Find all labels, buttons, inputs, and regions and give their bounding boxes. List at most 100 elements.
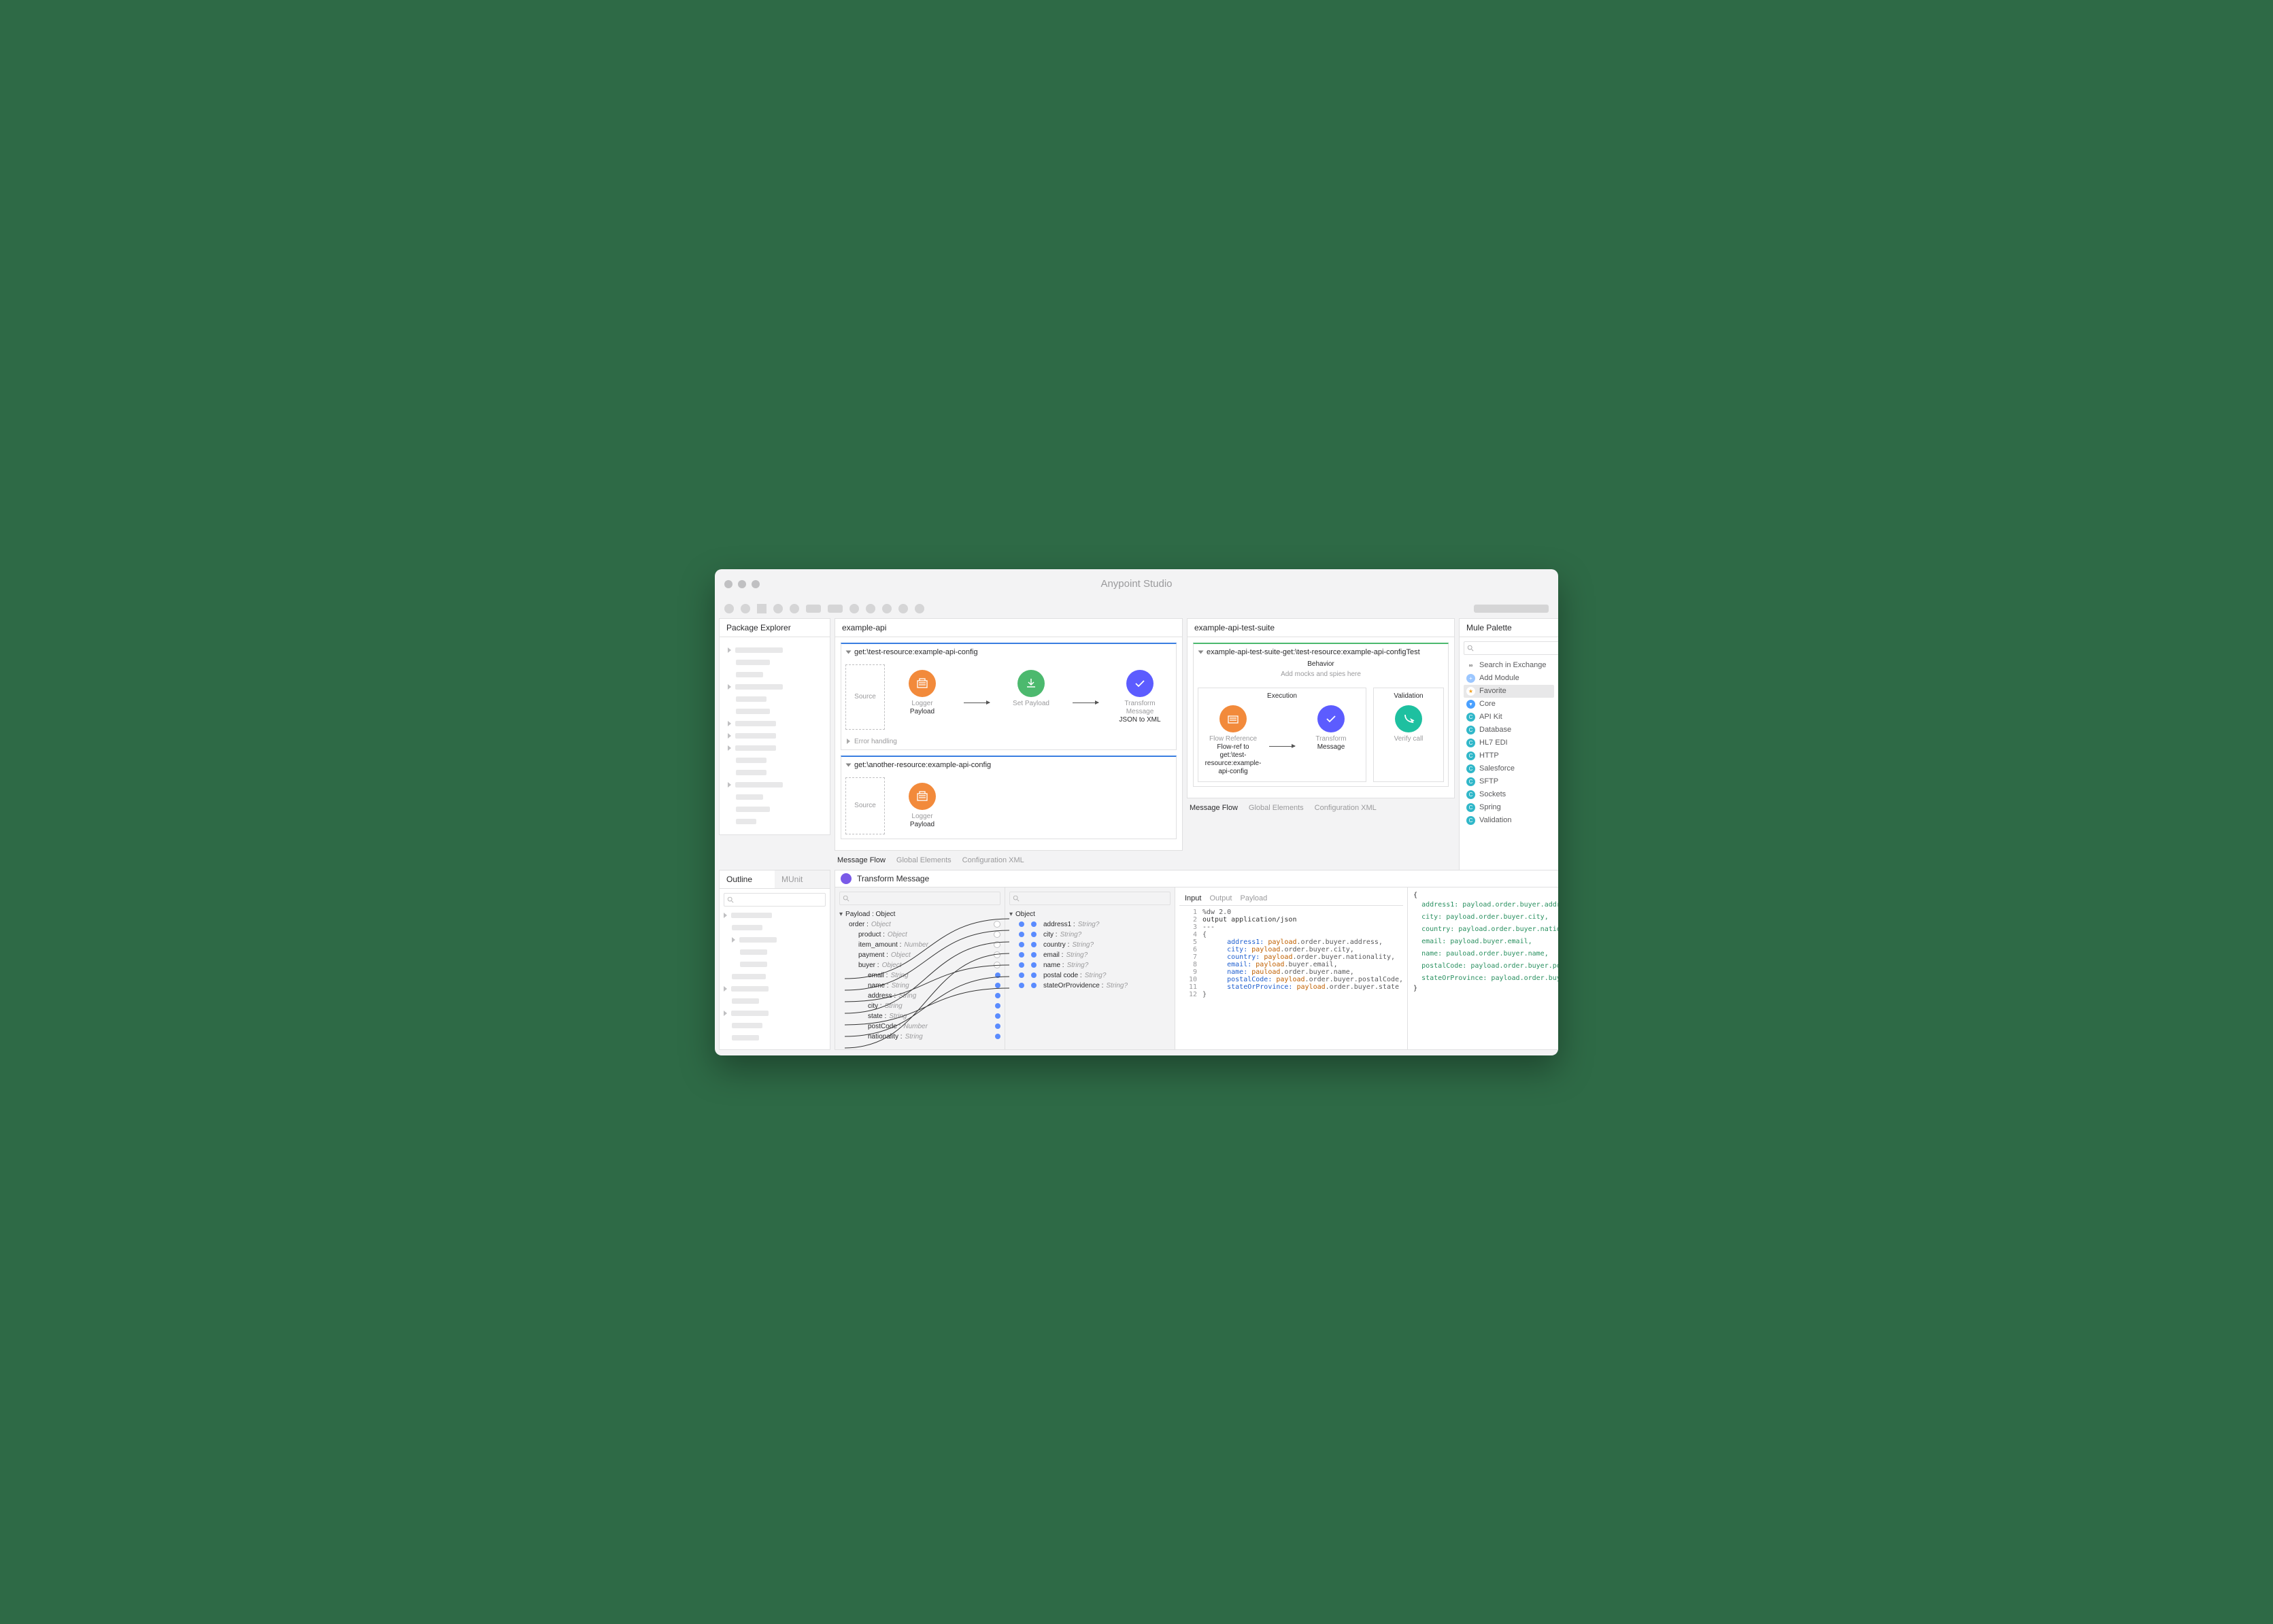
- tab-global-elements[interactable]: Global Elements: [1249, 804, 1304, 812]
- transform-tree-item[interactable]: postal code : String?: [1009, 970, 1171, 981]
- palette-item[interactable]: SSet Payload (Core): [1557, 718, 1558, 731]
- execution-box[interactable]: Execution Flow Reference Flow-ref to get…: [1198, 688, 1366, 782]
- transform-tree-item[interactable]: order : Object: [839, 919, 1000, 930]
- palette-search[interactable]: [1464, 641, 1558, 655]
- node-logger[interactable]: Logger Payload: [893, 783, 952, 829]
- tree-item[interactable]: [728, 780, 824, 790]
- transform-tree-item[interactable]: product : Object: [839, 930, 1000, 940]
- tree-item[interactable]: [724, 996, 826, 1006]
- toolbar-button[interactable]: [790, 604, 799, 613]
- toolbar-button[interactable]: [882, 604, 892, 613]
- collapse-icon[interactable]: [846, 650, 852, 654]
- palette-item[interactable]: CSalesforce: [1464, 762, 1554, 775]
- node-set-payload[interactable]: Set Payload: [1002, 670, 1060, 708]
- collapse-icon[interactable]: [846, 763, 852, 766]
- tree-item[interactable]: [724, 911, 826, 920]
- palette-item[interactable]: RRequest (HTTP): [1557, 685, 1558, 698]
- tree-item[interactable]: [728, 805, 824, 814]
- tree-item[interactable]: [728, 817, 824, 826]
- code-tab-output[interactable]: Output: [1209, 894, 1232, 902]
- toolbar-button[interactable]: [828, 605, 843, 613]
- toolbar-button[interactable]: [849, 604, 859, 613]
- tree-item[interactable]: [724, 984, 826, 994]
- tree-item[interactable]: [724, 1021, 826, 1030]
- transform-input-tree[interactable]: ▾Payload : Object order : Objectproduct …: [835, 887, 1005, 1049]
- palette-item[interactable]: ★Favorite: [1464, 685, 1554, 698]
- palette-item[interactable]: CDatabase: [1464, 724, 1554, 737]
- code-tab-input[interactable]: Input: [1185, 894, 1201, 902]
- transform-tree-item[interactable]: nationality : String: [839, 1032, 1000, 1042]
- outline-search[interactable]: [724, 893, 826, 907]
- tree-item[interactable]: [728, 719, 824, 728]
- editor-canvas-api[interactable]: get:\test-resource:example-api-config So…: [835, 637, 1183, 851]
- toolbar-button[interactable]: [866, 604, 875, 613]
- palette-item[interactable]: ▾Core: [1464, 698, 1554, 711]
- tab-outline[interactable]: Outline: [720, 870, 775, 888]
- transform-tree-item[interactable]: state : String: [839, 1011, 1000, 1021]
- transform-tree-item[interactable]: address1 : String?: [1009, 919, 1171, 930]
- palette-item[interactable]: FFlow Reference (Core): [1557, 731, 1558, 751]
- error-handling-section[interactable]: Error handling: [841, 734, 1176, 749]
- palette-item[interactable]: CValidation: [1464, 814, 1554, 827]
- tree-item[interactable]: [728, 707, 824, 716]
- tree-item[interactable]: [728, 756, 824, 765]
- toolbar-button[interactable]: [757, 604, 767, 613]
- tree-item[interactable]: [724, 1009, 826, 1018]
- tree-item[interactable]: [728, 792, 824, 802]
- tree-item[interactable]: [728, 670, 824, 679]
- transform-tree-item[interactable]: city : String?: [1009, 930, 1171, 940]
- outline-view[interactable]: [719, 889, 830, 1050]
- tree-item[interactable]: [724, 935, 826, 945]
- palette-item[interactable]: TTransform Message (Core): [1557, 698, 1558, 718]
- node-flow-reference[interactable]: Flow Reference Flow-ref to get:\test-res…: [1204, 705, 1262, 776]
- palette-item[interactable]: CHL7 EDI: [1464, 737, 1554, 749]
- palette-item[interactable]: CAPI Kit: [1464, 711, 1554, 724]
- tab-message-flow[interactable]: Message Flow: [837, 856, 886, 864]
- transform-tree-item[interactable]: email : String?: [1009, 950, 1171, 960]
- tree-item[interactable]: [728, 682, 824, 692]
- palette-item[interactable]: LLogger (Core): [1557, 659, 1558, 672]
- toolbar-button[interactable]: [915, 604, 924, 613]
- tree-item[interactable]: [724, 972, 826, 981]
- tree-item[interactable]: [724, 960, 826, 969]
- toolbar-button[interactable]: [898, 604, 908, 613]
- node-transform-message[interactable]: Transform Message: [1302, 705, 1360, 751]
- tree-item[interactable]: [724, 947, 826, 957]
- tab-configuration-xml[interactable]: Configuration XML: [1315, 804, 1377, 812]
- editor-canvas-test[interactable]: example-api-test-suite-get:\test-resourc…: [1187, 637, 1455, 798]
- palette-item[interactable]: LListener (HTTP): [1557, 672, 1558, 685]
- node-logger[interactable]: Logger Payload: [893, 670, 952, 716]
- transform-tree-item[interactable]: country : String?: [1009, 940, 1171, 950]
- transform-tree-item[interactable]: postCode : Number: [839, 1021, 1000, 1032]
- palette-item[interactable]: CChoice (Core): [1557, 751, 1558, 764]
- toolbar-button[interactable]: [773, 604, 783, 613]
- editor-tab-test-suite[interactable]: example-api-test-suite: [1187, 618, 1455, 637]
- validation-box[interactable]: Validation Verify call: [1373, 688, 1444, 782]
- node-verify-call[interactable]: Verify call: [1379, 705, 1438, 743]
- transform-output-tree[interactable]: ▾Object address1 : String?city : String?…: [1005, 887, 1175, 1049]
- palette-item[interactable]: CHTTP: [1464, 749, 1554, 762]
- palette-item[interactable]: CSFTP: [1464, 775, 1554, 788]
- tree-item[interactable]: [724, 1033, 826, 1043]
- transform-code-editor[interactable]: Input Output Payload 1%dw 2.02output app…: [1175, 887, 1408, 1049]
- code-tab-payload[interactable]: Payload: [1241, 894, 1268, 902]
- tab-configuration-xml[interactable]: Configuration XML: [962, 856, 1024, 864]
- tree-item[interactable]: [728, 768, 824, 777]
- collapse-icon[interactable]: [1198, 650, 1204, 654]
- tree-item[interactable]: [728, 645, 824, 655]
- transform-tree-item[interactable]: payment : Object: [839, 950, 1000, 960]
- tab-global-elements[interactable]: Global Elements: [896, 856, 952, 864]
- transform-input-search[interactable]: [839, 892, 1000, 905]
- palette-item[interactable]: CSpring: [1464, 801, 1554, 814]
- tree-item[interactable]: [728, 658, 824, 667]
- tab-message-flow[interactable]: Message Flow: [1190, 804, 1238, 812]
- tab-munit[interactable]: MUnit: [775, 870, 830, 888]
- toolbar-button[interactable]: [741, 604, 750, 613]
- tree-item[interactable]: [724, 923, 826, 932]
- palette-item[interactable]: +Add Module: [1464, 672, 1554, 685]
- flow-source-slot[interactable]: Source: [845, 664, 885, 730]
- node-transform-message[interactable]: Transform Message JSON to XML: [1111, 670, 1169, 724]
- editor-tab-example-api[interactable]: example-api: [835, 618, 1183, 637]
- package-explorer-tree[interactable]: [719, 637, 830, 835]
- transform-tree-item[interactable]: stateOrProvidence : String?: [1009, 981, 1171, 991]
